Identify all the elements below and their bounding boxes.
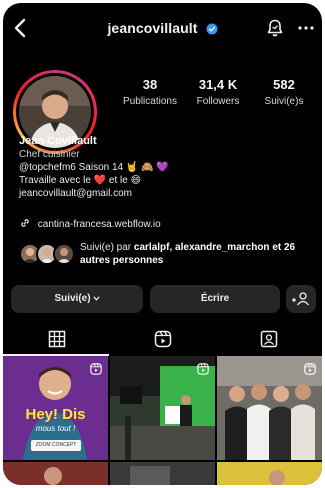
- bio-line-2: Travaille avec le ❤️ et le 😄: [19, 174, 309, 187]
- profile-name: Jean Covillault: [19, 135, 97, 147]
- verified-badge-icon: [206, 22, 218, 35]
- stat-publications[interactable]: 38 Publications: [118, 77, 182, 107]
- grid-tab-icon: [48, 330, 66, 348]
- post-subtitle: mous tout !: [35, 424, 76, 433]
- profile-link[interactable]: cantina-francesa.webflow.io: [19, 217, 161, 230]
- profile-screen: jeancovillault 38 Publications 31,4 K Fo…: [3, 3, 322, 485]
- following-button[interactable]: Suivi(e): [11, 285, 143, 313]
- link-text: cantina-francesa.webflow.io: [37, 219, 161, 230]
- message-button-label: Écrire: [200, 293, 230, 304]
- post-badge: ZOOM CONCEPT: [31, 440, 81, 451]
- followers-count: 31,4 K: [198, 77, 238, 92]
- chevron-down-icon: [92, 285, 100, 313]
- following-count: 582: [273, 77, 295, 92]
- mutual-avatars: [19, 243, 77, 265]
- publications-count: 38: [142, 77, 158, 92]
- reel-icon: [304, 362, 316, 375]
- posts-grid: Hey! Dis mous tout ! ZOOM CONCEPT: [3, 356, 322, 485]
- grid-post[interactable]: [3, 462, 108, 485]
- link-icon: [19, 217, 31, 229]
- profile-bio: Jean Covillault Chef cuisinier @topchefm…: [19, 135, 309, 200]
- notification-bell-icon[interactable]: [265, 18, 285, 38]
- profile-category: Chef cuisinier: [19, 149, 80, 160]
- reels-tab-icon: [154, 330, 172, 348]
- followed-prefix: Suivi(e) par: [80, 242, 132, 253]
- bio-line-2-text: Travaille avec le: [19, 175, 91, 186]
- profile-tabs: [3, 324, 322, 356]
- followers-label: Followers: [196, 96, 240, 107]
- smile-emoji: 😄: [130, 175, 142, 186]
- stat-following[interactable]: 582 Suivi(e)s: [255, 77, 313, 107]
- tab-grid[interactable]: [3, 324, 109, 356]
- mutual-avatar: [53, 243, 75, 265]
- heart-emoji: ❤️: [93, 175, 107, 186]
- top-bar: jeancovillault: [3, 3, 322, 53]
- more-options-icon[interactable]: [296, 19, 316, 37]
- tab-reels[interactable]: [109, 324, 215, 356]
- bio-line-1: @topchefm6 Saison 14 🤘 🙈 💜: [19, 161, 309, 174]
- publications-label: Publications: [123, 96, 177, 107]
- tagged-tab-icon: [260, 330, 278, 348]
- reel-icon: [197, 362, 209, 375]
- stat-followers[interactable]: 31,4 K Followers: [189, 77, 247, 107]
- followed-by-text: Suivi(e) par carlalpf, alexandre_marchon…: [80, 241, 320, 267]
- following-button-label: Suivi(e): [54, 293, 91, 304]
- following-label: Suivi(e)s: [264, 96, 304, 107]
- reel-icon: [90, 362, 102, 375]
- post-title: Hey! Dis: [25, 406, 86, 423]
- username-text: jeancovillault: [107, 20, 198, 36]
- grid-post[interactable]: [217, 356, 322, 460]
- grid-post[interactable]: Hey! Dis mous tout ! ZOOM CONCEPT: [3, 356, 108, 460]
- grid-post[interactable]: [217, 462, 322, 485]
- followed-names: carlalpf, alexandre_marchon: [133, 242, 270, 253]
- bio-line-2-mid: et le: [108, 175, 128, 186]
- followed-by[interactable]: Suivi(e) par carlalpf, alexandre_marchon…: [19, 241, 319, 271]
- grid-post[interactable]: [110, 462, 215, 485]
- grid-post[interactable]: [110, 356, 215, 460]
- message-button[interactable]: Écrire: [150, 285, 280, 313]
- bio-emojis: 🤘 🙈 💜: [125, 162, 169, 173]
- bio-email[interactable]: jeancovillault@gmail.com: [19, 187, 309, 200]
- tab-tagged[interactable]: [215, 324, 321, 356]
- add-person-icon[interactable]: [286, 285, 316, 313]
- bio-mention-text[interactable]: @topchefm6 Saison 14: [19, 162, 123, 173]
